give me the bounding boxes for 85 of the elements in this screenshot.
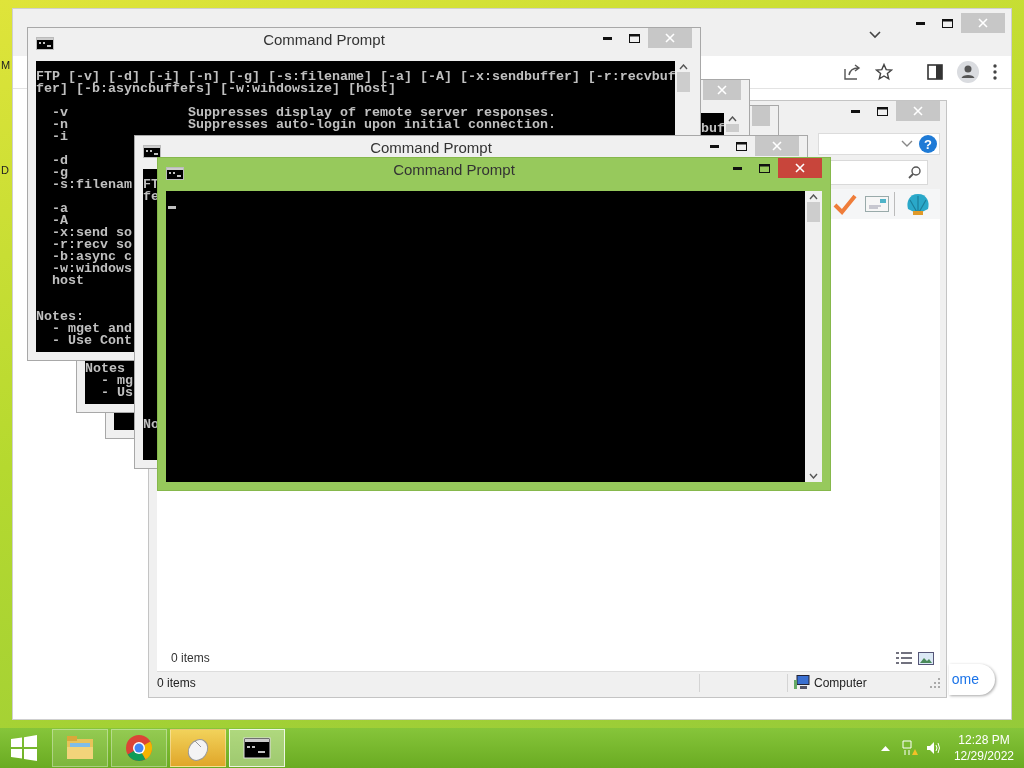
scroll-down-icon[interactable] — [809, 473, 818, 479]
console-text: -d — [52, 155, 68, 167]
menu-icon[interactable] — [993, 64, 997, 80]
browser-icon — [124, 733, 154, 763]
console-text: FT — [143, 179, 159, 191]
show-hidden-icons-icon[interactable] — [880, 745, 890, 751]
window-title: Command Prompt — [369, 138, 493, 157]
desktop-icon-label[interactable]: M — [1, 58, 11, 72]
status-location: Computer — [813, 674, 868, 692]
scroll-thumb[interactable] — [726, 124, 739, 132]
console-text: - Use Cont — [52, 335, 132, 347]
close-icon — [978, 18, 988, 28]
close-icon — [795, 163, 805, 173]
console-text: -r:recv so — [52, 239, 132, 251]
minimize-icon — [710, 144, 719, 148]
console-button[interactable] — [229, 729, 285, 767]
console-text: host — [52, 275, 84, 287]
console-text: -s:filenam — [52, 179, 132, 191]
scroll-thumb[interactable] — [677, 72, 690, 92]
status-text: 0 items — [157, 674, 197, 692]
close-icon — [717, 85, 727, 95]
maximize-icon — [877, 106, 888, 116]
console-text: - mget and — [52, 323, 132, 335]
windows-logo-icon — [11, 735, 37, 761]
minimize-icon — [603, 36, 612, 40]
maximize-icon — [736, 141, 747, 151]
console-text: buf — [701, 123, 724, 135]
close-icon — [772, 141, 782, 151]
share-icon[interactable] — [843, 63, 861, 81]
item-count: 0 items — [171, 650, 211, 667]
maximize-icon — [629, 33, 640, 43]
console-text: - mg — [101, 375, 133, 387]
scroll-up-icon[interactable] — [728, 116, 737, 122]
scroll-up-icon[interactable] — [809, 194, 818, 200]
console-text: FTP [-v] [-d] [-i] [-n] [-g] [-s:filename] [-a] [-A] [-x:sendbuffer] [-r:recvbuf — [36, 71, 675, 83]
console-text: -A — [52, 215, 68, 227]
maximize-icon — [759, 163, 770, 173]
chevron-down-icon[interactable] — [869, 31, 881, 39]
console-icon — [143, 145, 161, 158]
window-title: Command Prompt — [392, 160, 516, 179]
console-text: -b:async c — [52, 251, 132, 263]
scroll-up-icon[interactable] — [679, 64, 688, 70]
envelope-icon[interactable] — [865, 196, 889, 212]
console-text: -x:send so — [52, 227, 132, 239]
clock-time[interactable]: 12:28 PM — [953, 732, 1014, 748]
console-text: -i — [52, 131, 68, 143]
console-text: - Us — [101, 387, 133, 399]
console-text: -n Suppresses auto-login upon initial connection. — [52, 119, 556, 131]
preview-view-icon[interactable] — [918, 651, 934, 665]
console-text: fer] [-b:asyncbuffers] [-w:windowsize] [host] — [36, 83, 396, 95]
minimize-icon — [733, 166, 742, 170]
scroll-thumb[interactable] — [807, 202, 820, 222]
computer-icon — [794, 675, 810, 690]
shell-icon[interactable] — [905, 192, 931, 216]
console-text: -v Suppresses display of remote server responses. — [52, 107, 556, 119]
browser-button[interactable] — [111, 729, 167, 767]
clock-date[interactable]: 12/29/2022 — [953, 748, 1014, 764]
help-button[interactable]: ? — [919, 135, 937, 153]
window-title: Command Prompt — [262, 30, 386, 49]
star-icon[interactable] — [875, 63, 893, 81]
console-text: -w:windows — [52, 263, 132, 275]
console-icon — [166, 167, 184, 180]
console-text: -a — [52, 203, 68, 215]
profile-icon[interactable] — [957, 61, 979, 83]
text-cursor — [168, 206, 176, 209]
checkmark-icon[interactable] — [833, 193, 857, 215]
details-view-icon[interactable] — [896, 652, 912, 664]
home-button[interactable]: ome — [948, 664, 995, 695]
console-text: -g — [52, 167, 68, 179]
maximize-icon — [942, 18, 953, 28]
console-text: Notes — [85, 363, 125, 375]
close-icon — [913, 106, 923, 116]
close-icon — [665, 33, 675, 43]
console-icon — [36, 37, 54, 50]
scrollbar[interactable] — [805, 191, 822, 482]
address-bar[interactable]: ? — [818, 133, 940, 155]
speaker-icon[interactable] — [925, 741, 942, 755]
desktop-icon-label[interactable]: D — [1, 163, 9, 177]
minimize-icon — [916, 21, 925, 25]
resize-grip-icon[interactable] — [930, 677, 940, 688]
minimize-icon — [851, 109, 860, 113]
side-panel-icon[interactable] — [927, 64, 943, 80]
search-field[interactable] — [830, 159, 928, 185]
console-text: Notes: — [36, 311, 84, 323]
search-icon — [908, 165, 921, 179]
